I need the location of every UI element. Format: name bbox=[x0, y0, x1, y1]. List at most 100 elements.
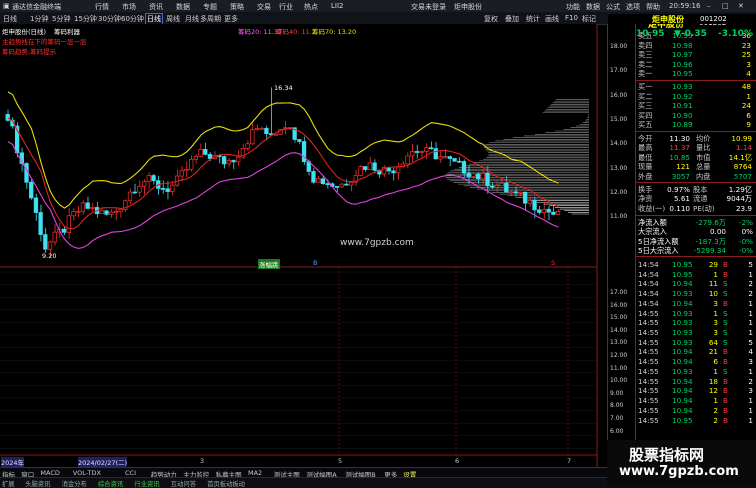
tick-volume: 64 bbox=[708, 337, 718, 347]
stats-button[interactable]: 统计 bbox=[526, 14, 540, 24]
lower-y-tick: 14.00 bbox=[610, 326, 628, 334]
candle-body bbox=[461, 161, 467, 174]
mark-button[interactable]: 标记 bbox=[582, 14, 596, 24]
menu-bangzhu[interactable]: 帮助 bbox=[646, 2, 660, 12]
candle-body bbox=[170, 184, 175, 192]
bid-price[interactable]: 10.91 bbox=[672, 101, 693, 110]
menu-redian[interactable]: 热点 bbox=[304, 2, 318, 12]
candle-body bbox=[90, 207, 95, 209]
menu-hangqing[interactable]: 行情 bbox=[95, 2, 109, 12]
menu-zixun[interactable]: 资讯 bbox=[149, 2, 163, 12]
period-15min[interactable]: 15分钟 bbox=[74, 14, 97, 24]
menu-gongshi[interactable]: 公式 bbox=[606, 2, 620, 12]
kline-chart[interactable] bbox=[0, 24, 607, 467]
tick-direction: S bbox=[723, 318, 728, 328]
ask-price[interactable]: 10.96 bbox=[672, 60, 693, 69]
candle-body bbox=[494, 185, 500, 188]
candle-body bbox=[137, 185, 142, 193]
bid-price[interactable]: 10.93 bbox=[672, 82, 693, 91]
bid-price[interactable]: 10.89 bbox=[672, 120, 693, 129]
period-monthly[interactable]: 月线 bbox=[185, 14, 199, 24]
ask-volume: 23 bbox=[741, 40, 751, 50]
tick-price: 10.94 bbox=[672, 347, 693, 357]
chart-legend-cost40: 筹码40: 11.2 bbox=[276, 28, 316, 36]
menu-shichang[interactable]: 市场 bbox=[122, 2, 136, 12]
candle-body bbox=[198, 149, 203, 157]
candle-body bbox=[428, 147, 434, 150]
overlay-button[interactable]: 叠加 bbox=[505, 14, 519, 24]
tick-direction: B bbox=[723, 386, 728, 396]
tick-count: 3 bbox=[748, 357, 753, 367]
axis-month-5: 5 bbox=[338, 457, 343, 465]
menu-hangye[interactable]: 行业 bbox=[279, 2, 293, 12]
menu-gongneng[interactable]: 功能 bbox=[566, 2, 580, 12]
bid-price[interactable]: 10.92 bbox=[672, 92, 693, 101]
maximize-icon[interactable]: □ bbox=[722, 2, 729, 10]
stat2-value: 0.97% bbox=[667, 185, 690, 194]
menu-xuanxiang[interactable]: 选项 bbox=[626, 2, 640, 12]
stat-value: 10.85 bbox=[669, 152, 690, 162]
bid-volume: 1 bbox=[746, 91, 751, 101]
brand-name: 股票指标网 bbox=[629, 446, 705, 464]
menu-shuju-right[interactable]: 数据 bbox=[586, 2, 600, 12]
period-multi[interactable]: 多周期 bbox=[200, 14, 221, 24]
menu-l2[interactable]: LII2 bbox=[331, 2, 343, 10]
indicator-tab[interactable]: VOL-TDX bbox=[73, 469, 101, 477]
flow-pct: -2% bbox=[739, 218, 753, 227]
y-tick: 17.00 bbox=[610, 67, 628, 75]
period-weekly[interactable]: 周线 bbox=[166, 14, 180, 24]
stat2-value: 23.9 bbox=[735, 203, 752, 213]
indicator-tab[interactable]: CCI bbox=[125, 469, 136, 477]
bid-label: 买一 bbox=[638, 82, 653, 91]
bid-volume: 24 bbox=[741, 101, 751, 111]
fuquan-button[interactable]: 复权 bbox=[484, 14, 498, 24]
candle-body bbox=[471, 173, 476, 177]
ask-price[interactable]: 10.98 bbox=[672, 41, 693, 50]
period-30min[interactable]: 30分钟 bbox=[98, 14, 121, 24]
candle-body bbox=[179, 170, 184, 177]
trade-login-status[interactable]: 交易未登录 bbox=[411, 2, 446, 12]
bid-price[interactable]: 10.90 bbox=[672, 111, 693, 120]
period-1min[interactable]: 1分钟 bbox=[30, 14, 48, 24]
period-day-left[interactable]: 日线 bbox=[3, 14, 17, 24]
period-more[interactable]: 更多 bbox=[224, 14, 238, 24]
indicator-tab[interactable]: MACD bbox=[40, 469, 59, 477]
tick-volume: 1 bbox=[713, 366, 718, 376]
tick-count: 1 bbox=[748, 396, 753, 406]
tick-count: 1 bbox=[748, 415, 753, 425]
candle-body bbox=[165, 188, 170, 192]
period-5min[interactable]: 5分钟 bbox=[52, 14, 70, 24]
tick-direction: S bbox=[723, 308, 728, 318]
candle-body bbox=[475, 173, 481, 180]
indicator-tab[interactable]: MA2 bbox=[248, 469, 262, 477]
flow-pct: -0% bbox=[739, 246, 753, 256]
tick-count: 5 bbox=[748, 260, 753, 269]
candle-body bbox=[532, 200, 537, 211]
candle-body bbox=[236, 156, 241, 163]
menu-celue[interactable]: 策略 bbox=[230, 2, 244, 12]
app-logo-icon: ▣ bbox=[3, 2, 10, 10]
menu-zhuanti[interactable]: 专题 bbox=[203, 2, 217, 12]
candle-body bbox=[245, 143, 250, 149]
minimize-icon[interactable]: – bbox=[707, 2, 711, 10]
f10-button[interactable]: F10 bbox=[565, 14, 578, 22]
tick-volume: 11 bbox=[708, 279, 718, 289]
candle-body bbox=[5, 114, 10, 121]
menu-jiaoyi[interactable]: 交易 bbox=[257, 2, 271, 12]
tick-price: 10.94 bbox=[672, 376, 693, 386]
tick-volume: 1 bbox=[713, 269, 718, 279]
close-icon[interactable]: ✕ bbox=[738, 2, 744, 10]
draw-button[interactable]: 画线 bbox=[545, 14, 559, 24]
period-60min[interactable]: 60分钟 bbox=[121, 14, 144, 24]
tick-direction: S bbox=[723, 337, 728, 347]
candle-body bbox=[141, 181, 147, 187]
ask-price[interactable]: 10.97 bbox=[672, 50, 693, 59]
candle-body bbox=[146, 175, 151, 183]
bid-label: 买三 bbox=[638, 101, 653, 111]
kline-chart-area[interactable]: 炬申股份(日线) 筹码利器 筹码20: 11.37 筹码40: 11.2 筹码7… bbox=[0, 24, 598, 467]
candle-body bbox=[447, 156, 453, 159]
ask-price[interactable]: 10.95 bbox=[672, 69, 693, 78]
ask-volume: 3 bbox=[746, 59, 751, 69]
ask-volume: 25 bbox=[741, 50, 751, 60]
menu-shuju[interactable]: 数据 bbox=[176, 2, 190, 12]
